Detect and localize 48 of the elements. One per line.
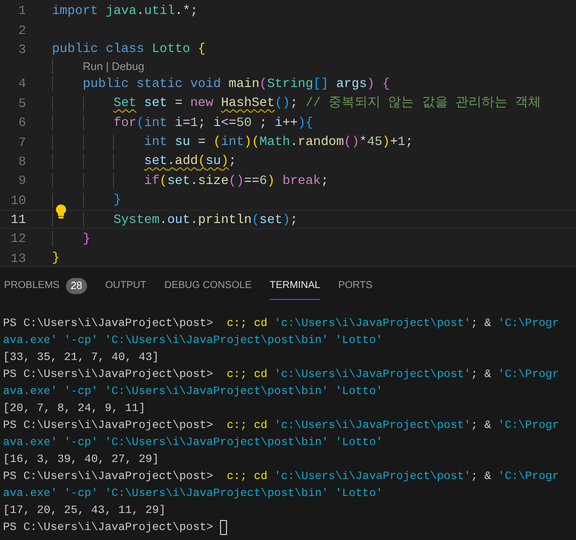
- terminal-line: ava.exe' '-cp' 'C:\Users\i\JavaProject\post\bin' 'Lotto': [3, 334, 383, 346]
- code-line: }: [52, 249, 60, 268]
- line-number: 2: [17, 22, 26, 38]
- run-link[interactable]: Run: [82, 60, 103, 73]
- line-number: 5: [17, 96, 26, 111]
- line-number: 1: [17, 3, 26, 18]
- count-badge: 28: [66, 278, 88, 294]
- terminal-line: [17, 20, 25, 43, 11, 29]: [3, 504, 166, 516]
- terminal-line: PS C:\Users\i\JavaProject\post> c:; cd 'c:\Users\i\JavaProject\post'; & 'C:\Progr: [3, 318, 559, 330]
- code-line: int su = (int)(Math.random()*45)+1;: [144, 133, 414, 152]
- terminal-line: ava.exe' '-cp' 'C:\Users\i\JavaProject\post\bin' 'Lotto': [3, 488, 383, 500]
- line-number: 9: [17, 173, 26, 188]
- code-line: for(int i=1; i<=50 ; i++){: [113, 114, 314, 132]
- panel-tab[interactable]: PORTS: [338, 276, 372, 300]
- separator-text: |: [106, 60, 109, 73]
- terminal-line: PS C:\Users\i\JavaProject\post> c:; cd 'c:\Users\i\JavaProject\post'; & 'C:\Progr: [3, 470, 559, 482]
- line-number: 4: [17, 76, 26, 92]
- panel-tab[interactable]: DEBUG CONSOLE: [164, 276, 252, 300]
- terminal-line: [20, 7, 8, 24, 9, 11]: [3, 402, 146, 414]
- code-line: import java.util.*;: [52, 2, 198, 20]
- code-line: }: [113, 191, 122, 210]
- terminal-line: ava.exe' '-cp' 'C:\Users\i\JavaProject\post\bin' 'Lotto': [3, 386, 383, 398]
- debug-link[interactable]: Debug: [112, 60, 144, 73]
- line-number: 6: [17, 115, 26, 130]
- line-number: 3: [17, 42, 26, 57]
- code-line: Set set = new HashSet(); // 중복되지 않는 값을 관리하는 객체: [113, 94, 542, 112]
- terminal-line: PS C:\Users\i\JavaProject\post>: [3, 522, 214, 534]
- line-number: 8: [17, 154, 26, 169]
- terminal-line: ava.exe' '-cp' 'C:\Users\i\JavaProject\post\bin' 'Lotto': [3, 436, 383, 448]
- terminal-line: [33, 35, 21, 7, 40, 43]: [3, 352, 159, 364]
- panel-tab[interactable]: OUTPUT: [105, 276, 146, 300]
- code-line: if(set.size()==6) break;: [144, 172, 329, 190]
- line-number: 13: [10, 250, 26, 266]
- terminal-line: [16, 3, 39, 40, 27, 29]: [3, 454, 159, 466]
- terminal-line: PS C:\Users\i\JavaProject\post> c:; cd 'c:\Users\i\JavaProject\post'; & 'C:\Progr: [3, 368, 559, 380]
- line-number: 11: [10, 212, 26, 228]
- code-line: public static void main(String[] args) {: [82, 74, 390, 93]
- code-line: set.add(su);: [144, 152, 236, 170]
- line-number: 10: [10, 192, 26, 208]
- lightbulb-icon[interactable]: [55, 204, 67, 219]
- line-number: 12: [10, 231, 26, 246]
- line-number: 7: [17, 134, 26, 150]
- code-line: System.out.println(set);: [113, 210, 298, 229]
- panel-tab[interactable]: PROBLEMS 28: [4, 276, 88, 300]
- terminal-line: PS C:\Users\i\JavaProject\post> c:; cd 'c:\Users\i\JavaProject\post'; & 'C:\Progr: [3, 420, 559, 432]
- code-line: }: [82, 230, 90, 248]
- panel-tab[interactable]: TERMINAL: [270, 276, 320, 300]
- code-line: public class Lotto {: [52, 40, 206, 58]
